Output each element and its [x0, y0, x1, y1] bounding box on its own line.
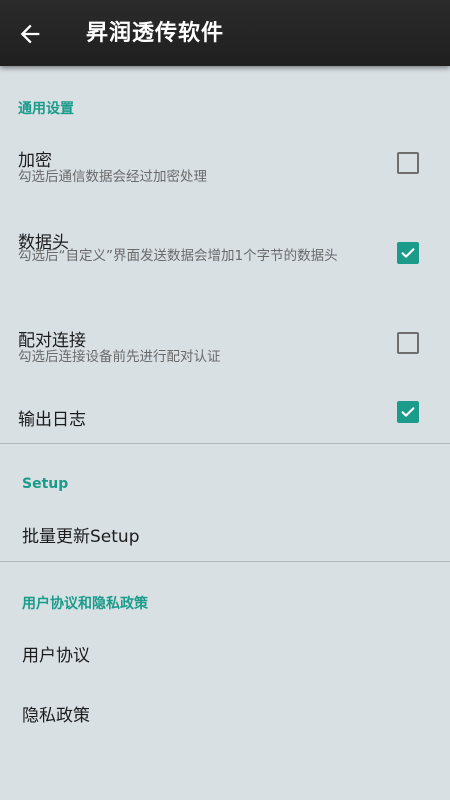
pref-encrypt[interactable]: 加密 勾选后通信数据会经过加密处理 — [0, 138, 450, 198]
pref-data-header[interactable]: 数据头 勾选后“自定义”界面发送数据会增加1个字节的数据头 — [0, 220, 450, 296]
pref-encrypt-summary: 勾选后通信数据会经过加密处理 — [18, 169, 207, 185]
section-header-general: 通用设置 — [18, 101, 74, 117]
pairing-checkbox[interactable] — [397, 332, 419, 354]
pref-log-output-title: 输出日志 — [18, 410, 86, 430]
data-header-checkbox[interactable] — [397, 242, 419, 264]
settings-screen: 昇润透传软件 通用设置 加密 勾选后通信数据会经过加密处理 数据头 勾选后“自定… — [0, 0, 450, 800]
checkmark-icon — [401, 248, 415, 258]
pref-user-agreement[interactable]: 用户协议 — [0, 628, 450, 676]
pref-pairing[interactable]: 配对连接 勾选后连接设备前先进行配对认证 — [0, 318, 450, 378]
pref-log-output[interactable]: 输出日志 — [0, 392, 450, 436]
back-button[interactable] — [16, 20, 44, 48]
pref-batch-update-title: 批量更新Setup — [22, 527, 140, 547]
pref-batch-update-setup[interactable]: 批量更新Setup — [0, 510, 450, 556]
pref-pairing-summary: 勾选后连接设备前先进行配对认证 — [18, 349, 221, 365]
section-header-setup: Setup — [22, 476, 69, 492]
page-title: 昇润透传软件 — [86, 21, 225, 46]
pref-user-agreement-title: 用户协议 — [22, 646, 90, 666]
pref-data-header-summary: 勾选后“自定义”界面发送数据会增加1个字节的数据头 — [18, 248, 338, 264]
encrypt-checkbox[interactable] — [397, 152, 419, 174]
pref-privacy-policy-title: 隐私政策 — [22, 706, 90, 726]
section-divider — [0, 443, 450, 444]
pref-privacy-policy[interactable]: 隐私政策 — [0, 688, 450, 736]
arrow-left-icon — [20, 24, 40, 44]
log-output-checkbox[interactable] — [397, 401, 419, 423]
section-divider — [0, 561, 450, 562]
section-header-privacy: 用户协议和隐私政策 — [22, 596, 148, 612]
checkmark-icon — [401, 407, 415, 417]
app-bar: 昇润透传软件 — [0, 0, 450, 66]
